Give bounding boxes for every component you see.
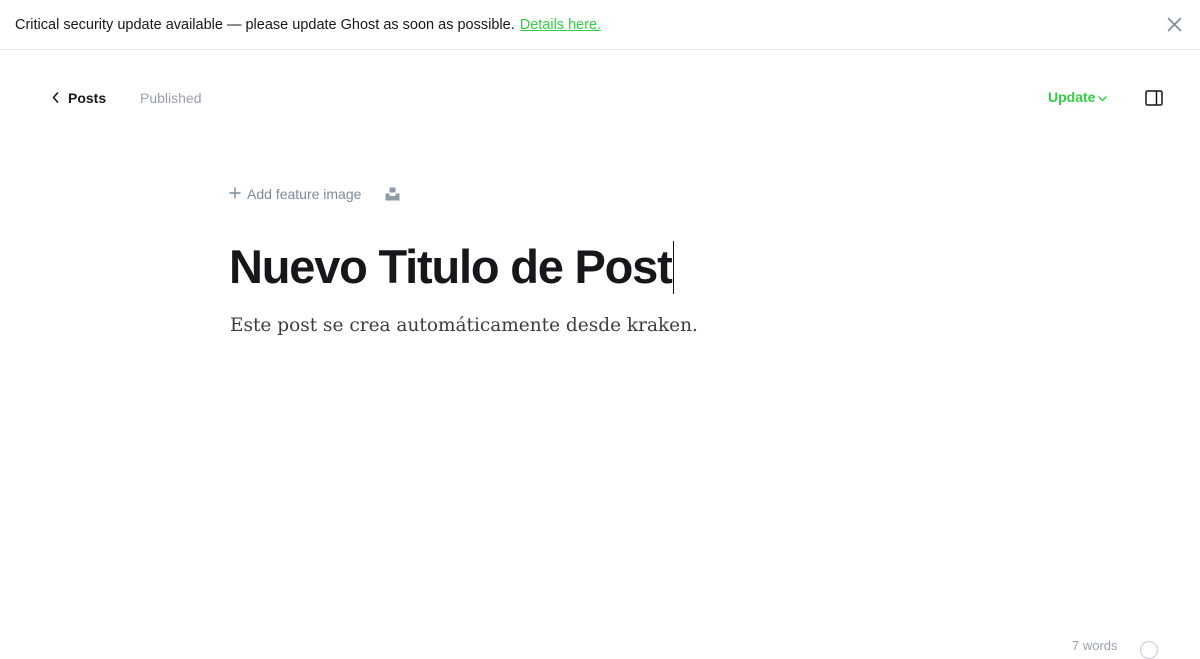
feature-image-row: Add feature image bbox=[229, 184, 400, 204]
security-banner: Critical security update available — ple… bbox=[0, 0, 1200, 50]
post-body[interactable]: Este post se crea automáticamente desde … bbox=[230, 312, 698, 340]
post-title-text: Nuevo Titulo de Post bbox=[229, 240, 673, 293]
back-label: Posts bbox=[68, 90, 107, 106]
chevron-down-icon bbox=[1095, 89, 1108, 105]
add-feature-image-label: Add feature image bbox=[247, 186, 362, 202]
post-status: Published bbox=[140, 90, 202, 106]
back-to-posts-button[interactable]: Posts bbox=[52, 88, 106, 108]
sidebar-panel-icon[interactable] bbox=[1145, 90, 1163, 106]
text-caret bbox=[672, 241, 675, 294]
update-button[interactable]: Update bbox=[1048, 89, 1108, 105]
post-title[interactable]: Nuevo Titulo de Post bbox=[229, 238, 675, 296]
plus-icon bbox=[229, 186, 247, 202]
unsplash-icon[interactable] bbox=[385, 187, 400, 201]
word-count: 7 words bbox=[1072, 638, 1118, 653]
update-label: Update bbox=[1048, 89, 1096, 105]
help-icon[interactable] bbox=[1140, 641, 1158, 659]
add-feature-image-button[interactable]: Add feature image bbox=[229, 186, 361, 202]
banner-details-link[interactable]: Details here. bbox=[520, 17, 601, 33]
close-icon[interactable] bbox=[1167, 17, 1182, 32]
editor-header: Posts Published Update bbox=[0, 50, 1200, 146]
chevron-left-icon bbox=[52, 90, 68, 106]
banner-message: Critical security update available — ple… bbox=[15, 16, 515, 33]
